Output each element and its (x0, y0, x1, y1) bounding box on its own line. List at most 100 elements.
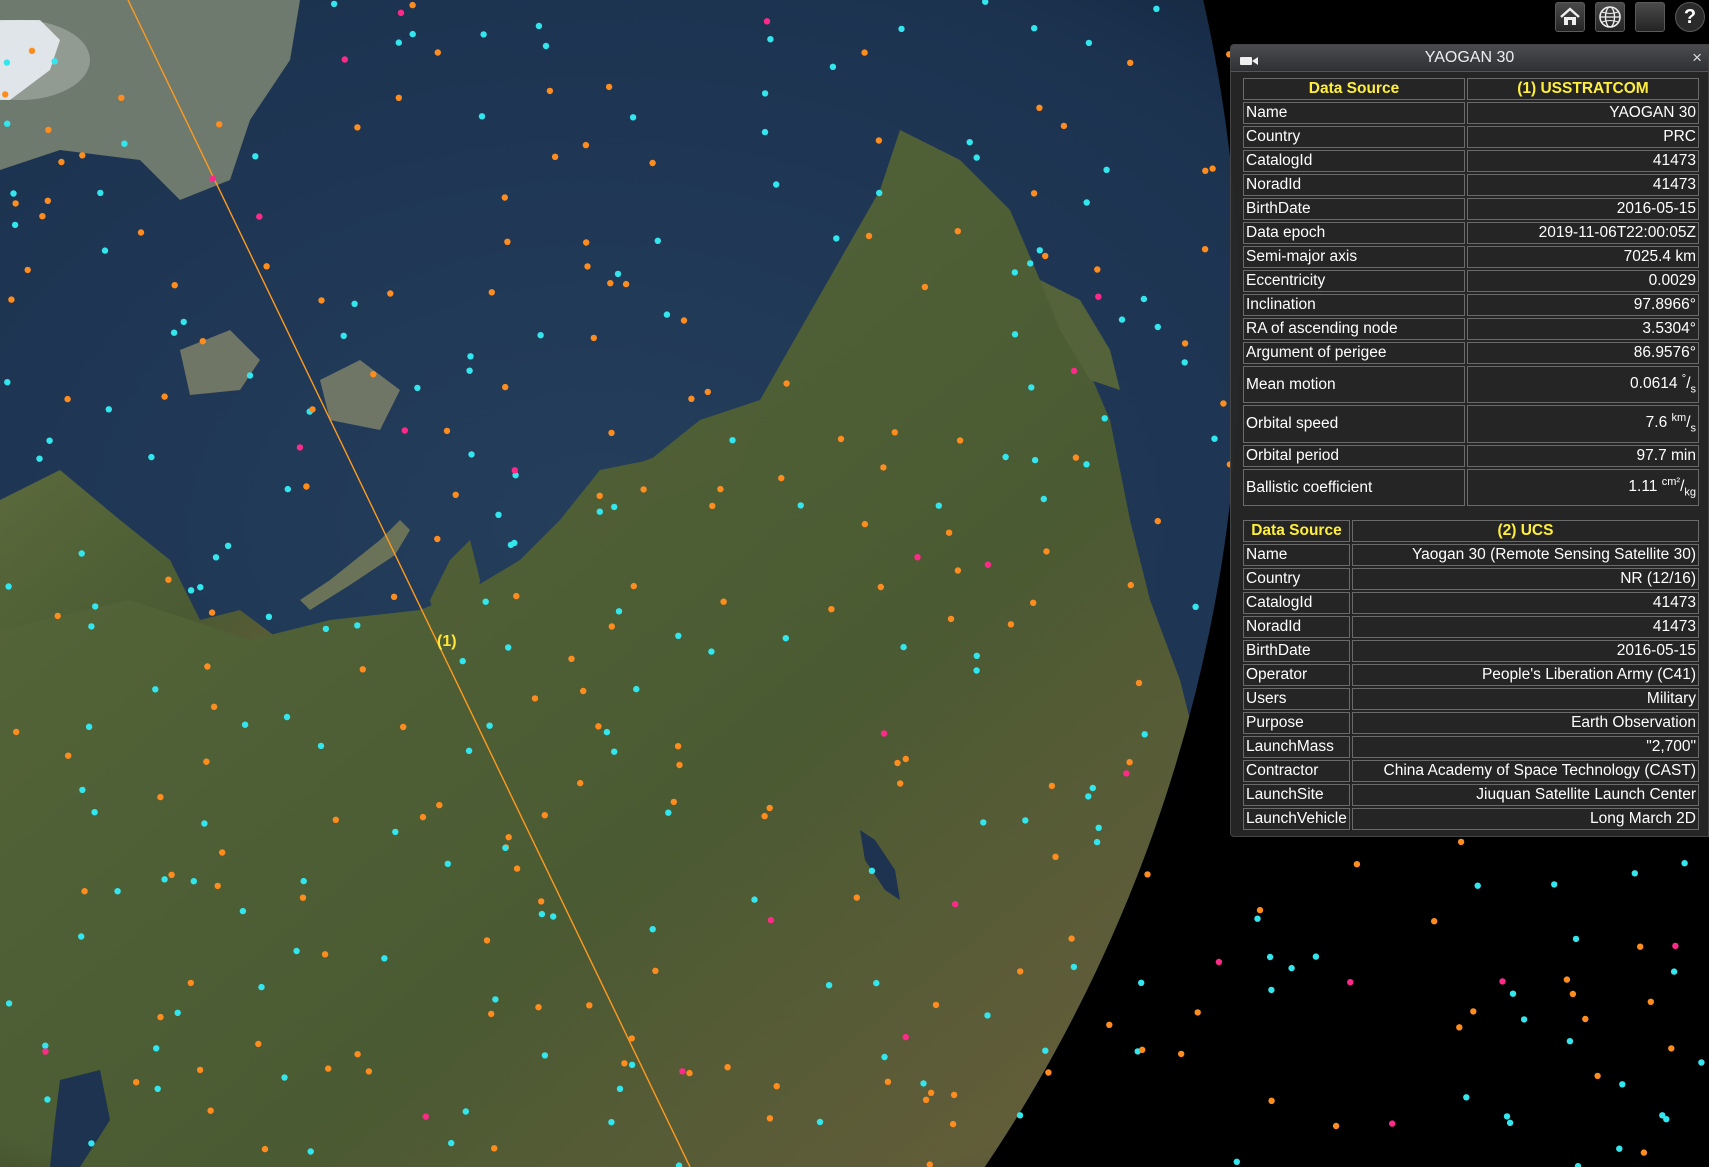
satellite-dot[interactable] (621, 1060, 628, 1067)
satellite-dot[interactable] (210, 703, 218, 710)
satellite-dot[interactable] (1256, 906, 1264, 914)
satellite-dot[interactable] (482, 598, 489, 605)
satellite-dot[interactable] (1637, 943, 1644, 950)
satellite-dot[interactable] (1094, 266, 1101, 273)
satellite-dot[interactable] (265, 613, 273, 620)
satellite-dot[interactable] (550, 913, 557, 920)
satellite-dot[interactable] (478, 113, 486, 120)
satellite-dot[interactable] (309, 406, 316, 413)
satellite-dot[interactable] (1070, 367, 1078, 375)
satellite-dot[interactable] (459, 657, 466, 665)
satellite-dot[interactable] (724, 1064, 731, 1071)
satellite-dot[interactable] (649, 159, 656, 167)
satellite-dot[interactable] (400, 723, 407, 731)
satellite-dot[interactable] (381, 955, 388, 962)
satellite-dot[interactable] (419, 813, 427, 821)
satellite-dot[interactable] (577, 779, 584, 787)
satellite-dot[interactable] (462, 1108, 469, 1115)
satellite-dot[interactable] (1, 91, 9, 98)
satellite-dot[interactable] (85, 723, 93, 730)
satellite-dot[interactable] (1192, 603, 1199, 610)
satellite-dot[interactable] (3, 59, 11, 66)
satellite-dot[interactable] (546, 87, 554, 95)
satellite-dot[interactable] (1048, 782, 1056, 790)
satellite-dot[interactable] (615, 608, 623, 615)
satellite-dot[interactable] (665, 809, 672, 816)
satellite-dot[interactable] (502, 383, 509, 391)
satellite-dot[interactable] (303, 483, 310, 490)
satellite-dot[interactable] (1022, 817, 1029, 824)
satellite-dot[interactable] (1288, 964, 1295, 972)
satellite-dot[interactable] (501, 194, 508, 201)
satellite-dot[interactable] (797, 502, 804, 509)
satellite-dot[interactable] (956, 437, 964, 444)
satellite-dot[interactable] (1093, 838, 1101, 846)
satellite-dot[interactable] (414, 384, 421, 392)
satellite-dot[interactable] (783, 380, 790, 387)
satellite-dot[interactable] (422, 1113, 429, 1120)
satellite-dot[interactable] (773, 1083, 780, 1090)
satellite-dot[interactable] (1640, 1149, 1648, 1156)
satellite-dot[interactable] (947, 615, 955, 623)
satellite-dot[interactable] (1083, 461, 1090, 468)
satellite-dot[interactable] (1431, 918, 1438, 925)
satellite-dot[interactable] (1668, 1045, 1675, 1052)
satellite-dot[interactable] (837, 435, 845, 443)
satellite-dot[interactable] (709, 502, 716, 510)
satellite-dot[interactable] (1456, 1024, 1463, 1031)
satellite-dot[interactable] (580, 687, 587, 695)
satellite-dot[interactable] (729, 437, 736, 444)
satellite-info-box[interactable]: YAOGAN 30 × Data Source (1) USSTRATCOM N… (1230, 44, 1709, 837)
satellite-dot[interactable] (816, 1118, 824, 1126)
satellite-dot[interactable] (654, 237, 661, 244)
satellite-dot[interactable] (596, 492, 603, 499)
satellite-dot[interactable] (45, 126, 52, 134)
satellite-dot[interactable] (1474, 882, 1481, 889)
satellite-dot[interactable] (881, 1053, 888, 1061)
satellite-dot[interactable] (537, 332, 544, 339)
satellite-dot[interactable] (340, 332, 347, 339)
satellite-dot[interactable] (1042, 252, 1049, 260)
satellite-dot[interactable] (1085, 793, 1092, 800)
satellite-dot[interactable] (1140, 295, 1148, 303)
satellite-dot[interactable] (1007, 621, 1015, 628)
satellite-dot[interactable] (980, 819, 987, 826)
satellite-dot[interactable] (952, 900, 959, 908)
satellite-dot[interactable] (950, 1091, 958, 1099)
satellite-dot[interactable] (1563, 976, 1571, 983)
satellite-dot[interactable] (973, 154, 980, 161)
satellite-dot[interactable] (1254, 915, 1261, 922)
satellite-dot[interactable] (833, 235, 840, 242)
satellite-dot[interactable] (507, 541, 515, 549)
satellite-dot[interactable] (670, 798, 677, 806)
satellite-dot[interactable] (676, 761, 683, 769)
satellite-dot[interactable] (880, 464, 887, 471)
satellite-dot[interactable] (582, 141, 590, 149)
satellite-dot[interactable] (828, 606, 835, 613)
satellite-dot[interactable] (761, 128, 769, 136)
satellite-dot[interactable] (853, 894, 860, 901)
satellite-dot[interactable] (325, 1065, 332, 1072)
satellite-dot[interactable] (4, 379, 11, 386)
home-button[interactable] (1555, 2, 1585, 32)
satellite-dot[interactable] (258, 983, 265, 991)
satellite-dot[interactable] (1127, 581, 1135, 589)
satellite-dot[interactable] (1036, 104, 1043, 112)
satellite-dot[interactable] (584, 263, 591, 270)
satellite-dot[interactable] (492, 996, 499, 1003)
satellite-dot[interactable] (551, 153, 559, 160)
satellite-dot[interactable] (1178, 1050, 1185, 1058)
satellite-dot[interactable] (12, 200, 19, 207)
satellite-dot[interactable] (513, 865, 521, 872)
satellite-dot[interactable] (766, 804, 773, 812)
satellite-dot[interactable] (767, 916, 775, 924)
satellite-dot[interactable] (81, 888, 88, 895)
satellite-dot[interactable] (945, 529, 953, 536)
satellite-dot[interactable] (686, 1069, 693, 1077)
satellite-dot[interactable] (616, 1085, 624, 1093)
satellite-dot[interactable] (1138, 979, 1145, 986)
satellite-dot[interactable] (675, 632, 682, 639)
satellite-dot[interactable] (154, 1085, 161, 1093)
satellite-dot[interactable] (505, 834, 512, 841)
satellite-dot[interactable] (1520, 1016, 1528, 1023)
